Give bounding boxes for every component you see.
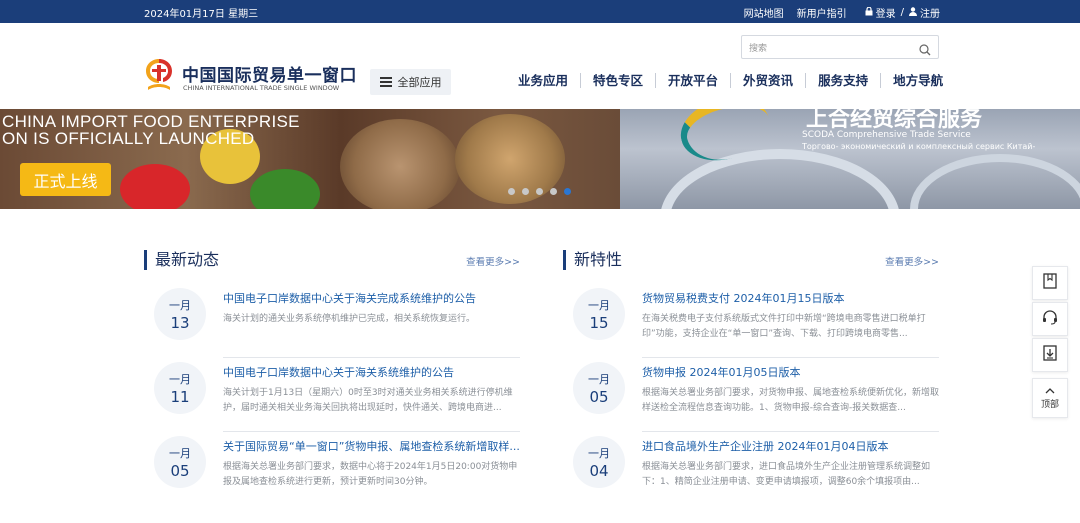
- customer-service-button[interactable]: [1032, 302, 1068, 336]
- date-day: 15: [589, 314, 609, 332]
- feature-item-desc: 根据海关总署业务部门要求，对货物申报、属地查检系统便新优化，新增取样送检全流程信…: [642, 388, 939, 413]
- news-item-title[interactable]: 关于国际贸易“单一窗口”货物申报、属地查检系统新增取样...: [223, 438, 520, 454]
- banner-slide-food[interactable]: CHINA IMPORT FOOD ENTERPRISE ON IS OFFIC…: [0, 109, 620, 209]
- current-date: 2024年01月17日 星期三: [144, 9, 259, 20]
- banner-slide-scoda[interactable]: 上合经贸综合服务 SCODA Comprehensive Trade Servi…: [620, 109, 1080, 209]
- carousel-dot-1[interactable]: [508, 188, 515, 195]
- date-day: 04: [589, 462, 609, 480]
- nav-service-support[interactable]: 服务支持: [805, 73, 880, 88]
- feature-item-desc: 在海关税费电子支付系统版式文件打印中新增“跨境电商零售进口税单打印”功能，支持企…: [642, 314, 926, 339]
- back-to-top-button[interactable]: 顶部: [1032, 378, 1068, 418]
- banner-carousel[interactable]: CHINA IMPORT FOOD ENTERPRISE ON IS OFFIC…: [0, 109, 1080, 209]
- scoda-subtitle-ru: Торгово- экономический и комплексный сер…: [802, 142, 1036, 151]
- sitemap-link[interactable]: 网站地图: [744, 5, 784, 20]
- list-item[interactable]: 一月 05 货物申报 2024年01月05日版本 根据海关总署业务部门要求，对货…: [563, 358, 939, 432]
- news-more-link[interactable]: 查看更多>>: [466, 254, 520, 268]
- news-item-desc: 根据海关总署业务部门要求，数据中心将于2024年1月5日20:00对货物申报及属…: [223, 462, 518, 487]
- top-bar: 2024年01月17日 星期三 网站地图 新用户指引 登录 / 注册: [0, 0, 1080, 23]
- chevron-up-icon: [1045, 387, 1055, 397]
- features-title: 新特性: [563, 250, 622, 270]
- feature-item-desc: 根据海关总署业务部门要求，进口食品境外生产企业注册管理系统调整如下：1、精简企业…: [642, 462, 931, 487]
- list-item[interactable]: 一月 05 关于国际贸易“单一窗口”货物申报、属地查检系统新增取样... 根据海…: [144, 432, 520, 506]
- new-user-guide-link[interactable]: 新用户指引: [797, 5, 847, 20]
- banner-headline-line2: ON IS OFFICIALLY LAUNCHED: [2, 129, 255, 148]
- login-separator: /: [900, 7, 904, 18]
- feature-item-title[interactable]: 货物申报 2024年01月05日版本: [642, 364, 939, 380]
- carousel-dot-5[interactable]: [564, 188, 571, 195]
- scoda-subtitle-en: SCODA Comprehensive Trade Service: [802, 130, 971, 140]
- carousel-dot-2[interactable]: [522, 188, 529, 195]
- news-item-desc: 海关计划的通关业务系统停机维护已完成，相关系统恢复运行。: [223, 314, 476, 324]
- nav-open-platform[interactable]: 开放平台: [655, 73, 730, 88]
- logo-icon[interactable]: [144, 57, 174, 93]
- date-day: 05: [170, 462, 190, 480]
- date-day: 05: [589, 388, 609, 406]
- list-item[interactable]: 一月 13 中国电子口岸数据中心关于海关完成系统维护的公告 海关计划的通关业务系…: [144, 284, 520, 358]
- login-link[interactable]: 登录: [876, 5, 896, 20]
- menu-icon: [379, 75, 392, 89]
- bookmark-button[interactable]: [1032, 266, 1068, 300]
- nav-featured-zone[interactable]: 特色专区: [580, 73, 655, 88]
- banner-image-arch: [660, 149, 900, 209]
- back-to-top-label: 顶部: [1040, 399, 1059, 410]
- all-apps-label: 全部应用: [397, 76, 442, 89]
- main-nav: 业务应用 特色专区 开放平台 外贸资讯 服务支持 地方导航: [506, 73, 955, 88]
- list-item[interactable]: 一月 11 中国电子口岸数据中心关于海关系统维护的公告 海关计划于1月13日（星…: [144, 358, 520, 432]
- date-month: 一月: [588, 447, 610, 460]
- news-title: 最新动态: [144, 250, 219, 270]
- bookmark-icon: [1043, 273, 1057, 293]
- date-month: 一月: [169, 373, 191, 386]
- date-month: 一月: [169, 447, 191, 460]
- carousel-dot-3[interactable]: [536, 188, 543, 195]
- date-badge: 一月 05: [573, 362, 625, 414]
- date-badge: 一月 05: [154, 436, 206, 488]
- all-apps-button[interactable]: 全部应用: [370, 69, 451, 95]
- date-month: 一月: [169, 299, 191, 312]
- date-month: 一月: [588, 373, 610, 386]
- date-day: 13: [170, 314, 190, 332]
- logo-subtitle: CHINA INTERNATIONAL TRADE SINGLE WINDOW: [183, 84, 340, 92]
- feature-item-title[interactable]: 进口食品境外生产企业注册 2024年01月04日版本: [642, 438, 939, 454]
- nav-trade-news[interactable]: 外贸资讯: [730, 73, 805, 88]
- date-day: 11: [170, 388, 190, 406]
- news-item-title[interactable]: 中国电子口岸数据中心关于海关系统维护的公告: [223, 364, 520, 380]
- date-badge: 一月 04: [573, 436, 625, 488]
- date-badge: 一月 13: [154, 288, 206, 340]
- user-icon: [909, 6, 917, 19]
- banner-image-greens: [250, 169, 320, 209]
- date-badge: 一月 15: [573, 288, 625, 340]
- download-icon: [1043, 345, 1057, 365]
- register-link[interactable]: 注册: [920, 5, 940, 20]
- nav-business-apps[interactable]: 业务应用: [506, 73, 580, 88]
- banner-image-arch-2: [910, 154, 1080, 209]
- carousel-dot-4[interactable]: [550, 188, 557, 195]
- date-badge: 一月 11: [154, 362, 206, 414]
- search-input[interactable]: [742, 38, 907, 60]
- download-button[interactable]: [1032, 338, 1068, 372]
- feature-item-title[interactable]: 货物贸易税费支付 2024年01月15日版本: [642, 290, 939, 306]
- list-item[interactable]: 一月 04 进口食品境外生产企业注册 2024年01月04日版本 根据海关总署业…: [563, 432, 939, 506]
- lock-icon: [865, 6, 873, 19]
- carousel-dots: [508, 188, 571, 195]
- list-item[interactable]: 一月 15 货物贸易税费支付 2024年01月15日版本 在海关税费电子支付系统…: [563, 284, 939, 358]
- headset-icon: [1042, 309, 1058, 329]
- search-icon[interactable]: [919, 41, 931, 56]
- float-toolbar: 顶部: [1032, 266, 1068, 418]
- top-links: 网站地图 新用户指引 登录 / 注册: [744, 5, 940, 20]
- features-more-link[interactable]: 查看更多>>: [885, 254, 939, 268]
- nav-local-navigation[interactable]: 地方导航: [880, 73, 955, 88]
- news-item-desc: 海关计划于1月13日（星期六）0时至3时对通关业务相关系统进行停机维护，届时通关…: [223, 388, 513, 413]
- banner-image-tomato: [120, 164, 190, 209]
- news-item-title[interactable]: 中国电子口岸数据中心关于海关完成系统维护的公告: [223, 290, 520, 306]
- launch-button[interactable]: 正式上线: [20, 163, 111, 196]
- logo-title[interactable]: 中国国际贸易单一窗口: [182, 61, 357, 86]
- date-month: 一月: [588, 299, 610, 312]
- banner-image-bowl: [340, 119, 460, 209]
- search-box: [741, 35, 939, 60]
